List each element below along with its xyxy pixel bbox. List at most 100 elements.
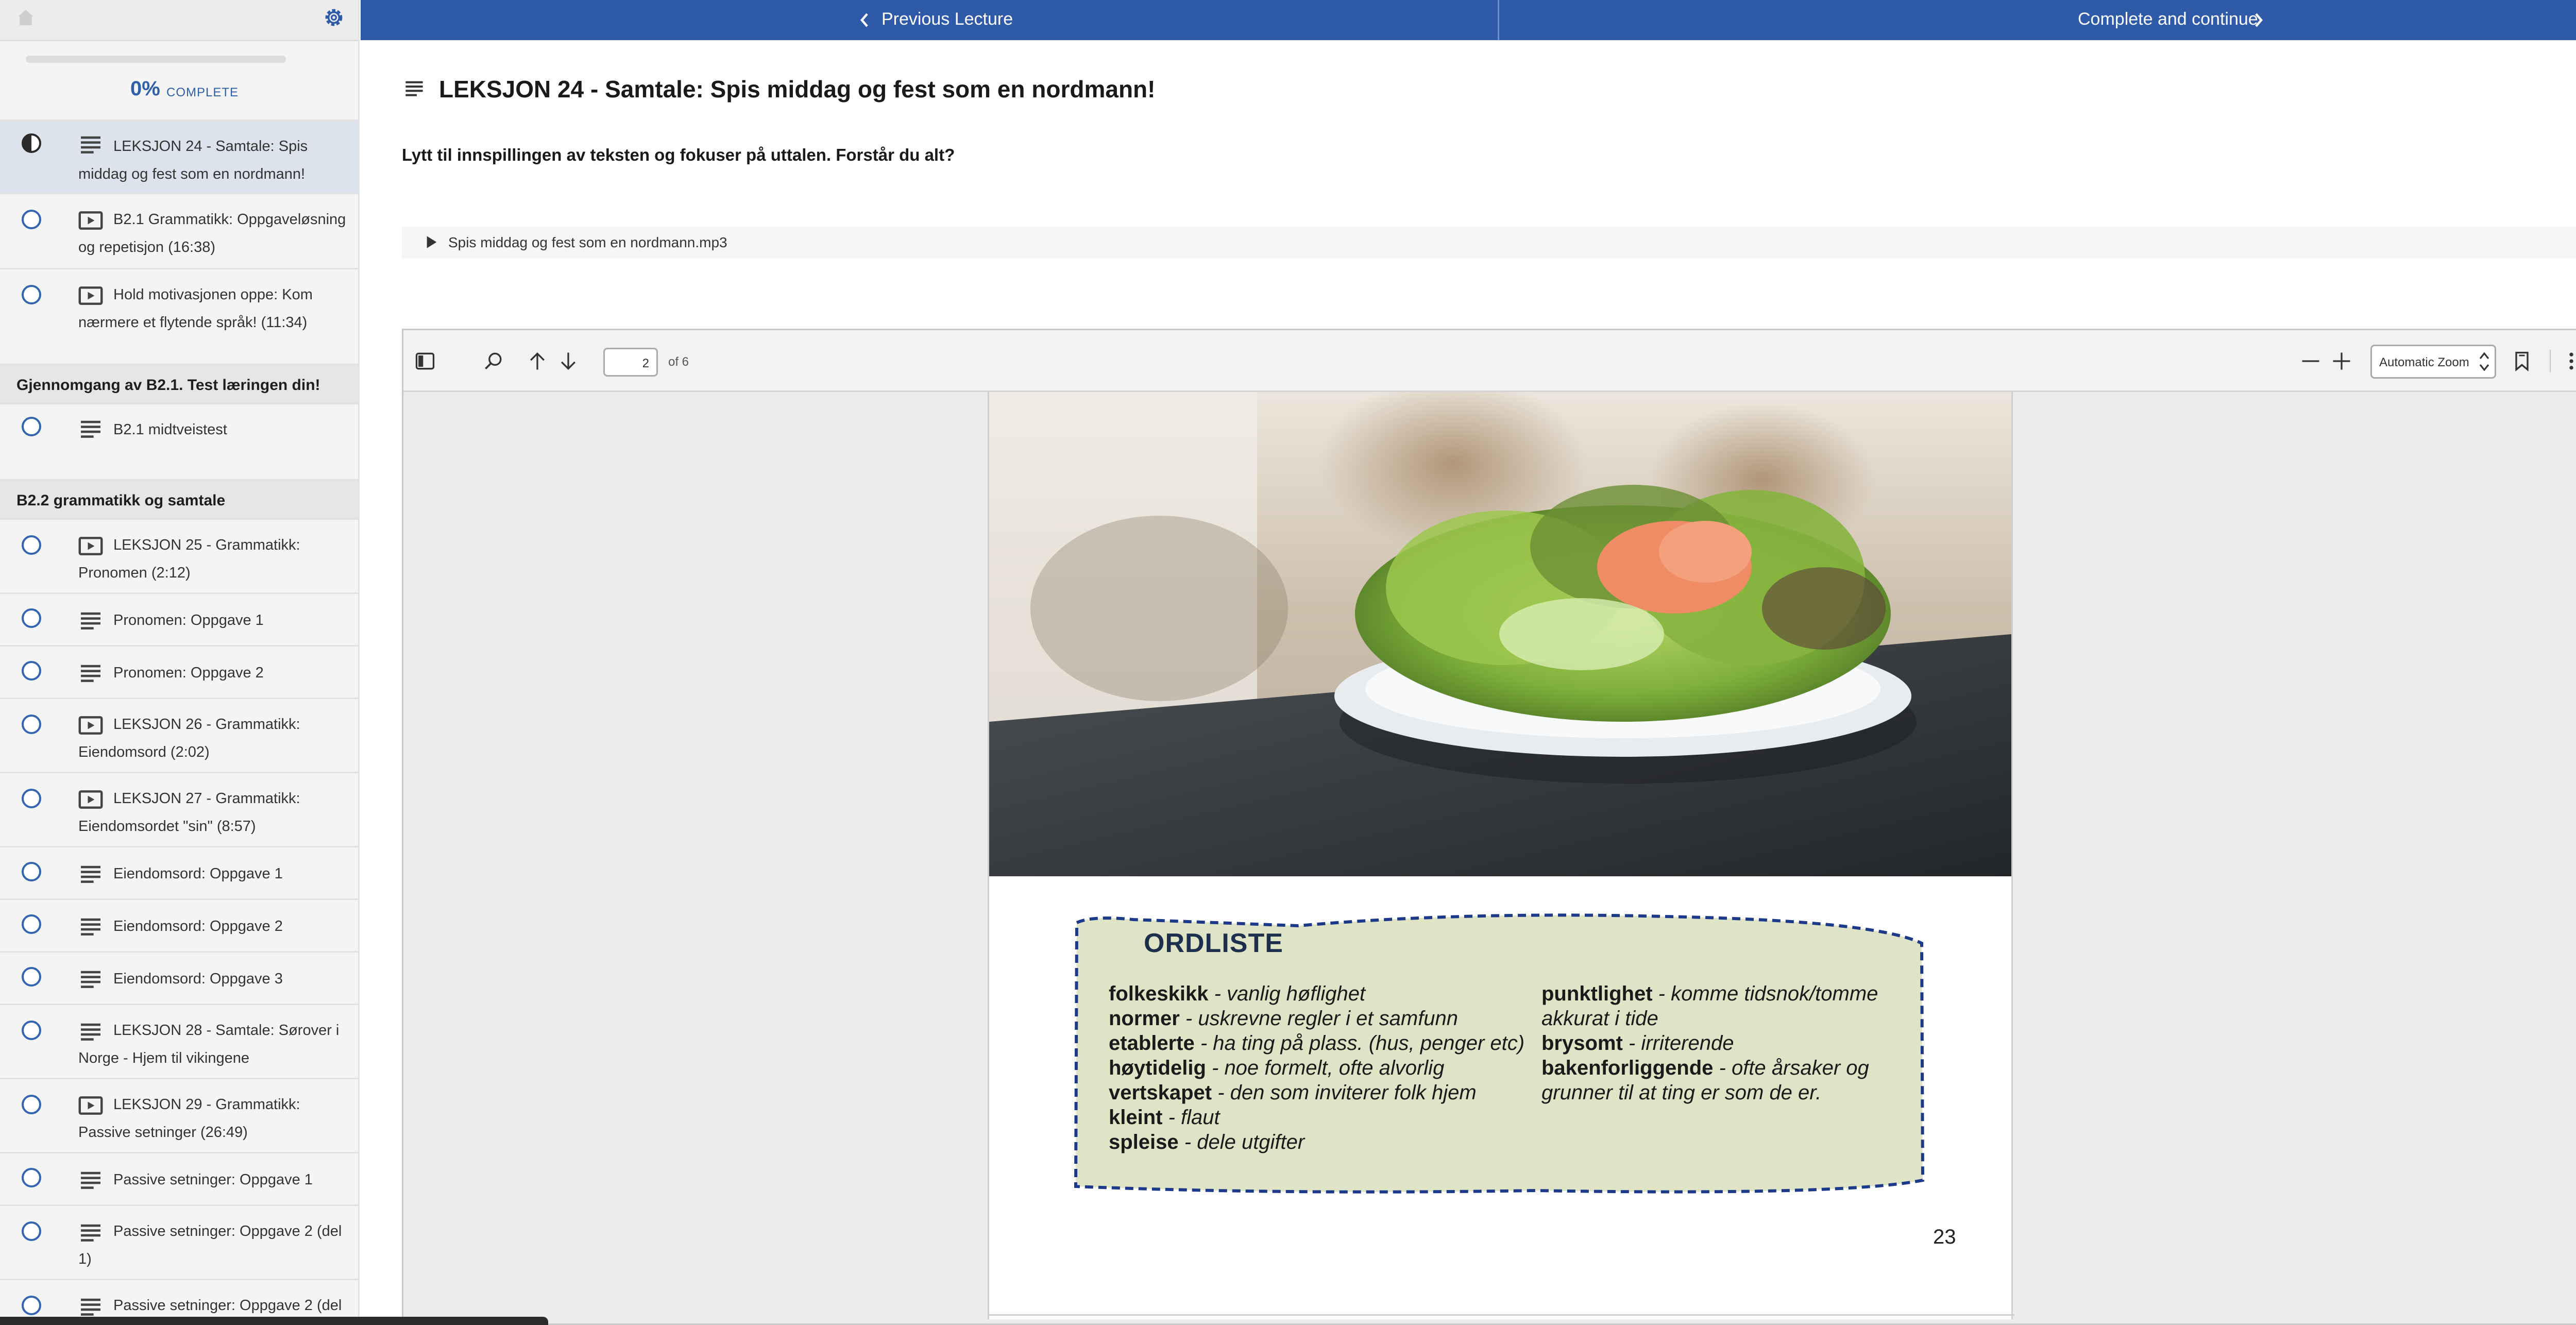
ordliste-entry: etablerte - ha ting på plass. (hus, peng… <box>1109 1032 1525 1055</box>
page-count-label: of 6 <box>668 355 689 369</box>
ordliste-entry: høytidelig - noe formelt, ofte alvorlig <box>1109 1057 1445 1079</box>
sidebar-item-label: Pronomen: Oppgave 2 <box>113 665 264 681</box>
status-circle-icon <box>22 1296 41 1315</box>
ordliste-entry: kleint - flaut <box>1109 1106 1220 1129</box>
sidebar-item-label: Passive setninger: Oppgave 2 (del <box>113 1297 342 1314</box>
select-arrows-icon <box>2479 352 2489 371</box>
sidebar-toggle-icon[interactable] <box>414 350 436 372</box>
chevron-left-icon <box>860 13 868 27</box>
sidebar-header <box>0 0 358 41</box>
status-circle-icon <box>22 862 41 881</box>
sidebar-item-label: LEKSJON 26 - Grammatikk: Eiendomsord (2:… <box>78 716 300 760</box>
sidebar-item-midtveistest[interactable]: B2.1 midtveistest <box>0 403 358 460</box>
browser-status-bar <box>0 1317 548 1325</box>
status-circle-icon <box>22 789 41 808</box>
gear-icon[interactable] <box>321 5 346 30</box>
sidebar-item-label: Eiendomsord: Oppgave 1 <box>113 865 283 882</box>
zoom-out-icon[interactable] <box>2299 350 2322 372</box>
progress-bar <box>26 56 286 63</box>
sidebar-item-label: B2.1 Grammatikk: Oppgaveløsning og repet… <box>78 211 346 256</box>
sidebar-item-pronomen-2[interactable]: Pronomen: Oppgave 2 <box>0 645 358 698</box>
sidebar-item-leksjon-28[interactable]: LEKSJON 28 - Samtale: Sørover i Norge - … <box>0 1004 358 1078</box>
ordliste-entry: brysomt - irriterende <box>1541 1032 1734 1055</box>
sidebar-item-label: LEKSJON 28 - Samtale: Sørover i Norge - … <box>78 1022 340 1066</box>
text-lines-icon <box>405 81 423 96</box>
ordliste-entry: bakenforliggende - ofte årsaker og grunn… <box>1541 1057 1869 1104</box>
status-circle-icon <box>22 535 41 555</box>
section-title: Gjennomgang av B2.1. Test læringen din! <box>16 377 320 394</box>
complete-and-continue-button[interactable]: Complete and continue <box>1501 0 2576 40</box>
sidebar-item-eiendomsord-3[interactable]: Eiendomsord: Oppgave 3 <box>0 951 358 1004</box>
ordliste-left-column: folkeskikk - vanlig høflighet normer - u… <box>1109 981 1531 1154</box>
sidebar-item-leksjon-25[interactable]: LEKSJON 25 - Grammatikk: Pronomen (2:12) <box>0 518 358 592</box>
lecture-instruction: Lytt til innspillingen av teksten og fok… <box>402 145 955 164</box>
sidebar-item-passive-1[interactable]: Passive setninger: Oppgave 1 <box>0 1152 358 1204</box>
sidebar-item-label: Pronomen: Oppgave 1 <box>113 612 264 628</box>
status-circle-icon <box>22 967 41 987</box>
sidebar-item-eiendomsord-1[interactable]: Eiendomsord: Oppgave 1 <box>0 846 358 898</box>
section-header: B2.2 grammatikk og samtale <box>0 479 358 518</box>
play-icon[interactable] <box>426 235 438 249</box>
ordliste-entry: punktlighet - komme tidsnok/tomme akkura… <box>1541 982 1878 1030</box>
home-icon[interactable] <box>15 7 36 28</box>
status-circle-icon <box>22 1221 41 1241</box>
section-header: Gjennomgang av B2.1. Test læringen din! <box>0 364 358 403</box>
sidebar-item-leksjon-27[interactable]: LEKSJON 27 - Grammatikk: Eiendomsordet "… <box>0 772 358 846</box>
sidebar-item-eiendomsord-2[interactable]: Eiendomsord: Oppgave 2 <box>0 898 358 951</box>
sidebar-item-passive-2-del1[interactable]: Passive setninger: Oppgave 2 (del 1) <box>0 1204 358 1279</box>
pdf-viewer: 2 of 6 Automatic Zoom ORDLISTE folkeskik… <box>402 329 2576 1325</box>
ordliste-entry: vertskapet - den som inviterer folk hjem <box>1109 1081 1477 1104</box>
status-circle-icon <box>22 1021 41 1040</box>
lecture-title: LEKSJON 24 - Samtale: Spis middag og fes… <box>439 76 1156 103</box>
course-sidebar: 0% COMPLETE LEKSJON 24 - Samtale: Spis m… <box>0 0 360 1325</box>
sidebar-item-leksjon-26[interactable]: LEKSJON 26 - Grammatikk: Eiendomsord (2:… <box>0 698 358 772</box>
audio-attachment[interactable]: Spis middag og fest som en nordmann.mp3 <box>402 227 2576 259</box>
zoom-value: Automatic Zoom <box>2379 355 2469 369</box>
zoom-in-icon[interactable] <box>2330 350 2353 372</box>
sidebar-item-label: LEKSJON 25 - Grammatikk: Pronomen (2:12) <box>78 537 300 581</box>
arrow-down-icon[interactable] <box>557 350 580 372</box>
ordliste-title: ORDLISTE <box>1144 928 1283 958</box>
status-circle-icon <box>22 210 41 229</box>
progress-half-icon <box>22 133 41 153</box>
sidebar-item-label: LEKSJON 24 - Samtale: Spis middag og fes… <box>78 138 308 182</box>
sidebar-item-motivasjon[interactable]: Hold motivasjonen oppe: Kom nærmere et f… <box>0 268 358 364</box>
sidebar-item-label: LEKSJON 29 - Grammatikk: Passive setning… <box>78 1096 300 1141</box>
sidebar-item-label: Passive setninger: Oppgave 2 (del 1) <box>78 1223 342 1267</box>
sidebar-item-label: Eiendomsord: Oppgave 3 <box>113 971 283 987</box>
sidebar-item-label: Eiendomsord: Oppgave 2 <box>113 918 283 935</box>
sidebar-item-leksjon-24[interactable]: LEKSJON 24 - Samtale: Spis middag og fes… <box>0 120 358 193</box>
zoom-select[interactable]: Automatic Zoom <box>2370 345 2496 379</box>
progress-percent: 0% <box>130 77 160 100</box>
ordliste-right-column: punktlighet - komme tidsnok/tomme akkura… <box>1541 981 1923 1105</box>
sidebar-item-label: Passive setninger: Oppgave 1 <box>113 1171 313 1188</box>
sidebar-item-pronomen-1[interactable]: Pronomen: Oppgave 1 <box>0 592 358 645</box>
ordliste-entry: normer - uskrevne regler i et samfunn <box>1109 1007 1459 1030</box>
sidebar-item-label: B2.1 midtveistest <box>113 421 227 438</box>
previous-lecture-label: Previous Lecture <box>882 9 1013 29</box>
sidebar-item-label: LEKSJON 27 - Grammatikk: Eiendomsordet "… <box>78 790 300 835</box>
status-circle-icon <box>22 661 41 681</box>
status-circle-icon <box>22 1168 41 1187</box>
audio-file-name: Spis middag og fest som en nordmann.mp3 <box>448 234 727 250</box>
status-circle-icon <box>22 285 41 304</box>
previous-lecture-button[interactable]: Previous Lecture <box>361 0 1499 40</box>
salad-photo <box>989 392 2011 876</box>
status-circle-icon <box>22 417 41 436</box>
ordliste-entry: spleise - dele utgifter <box>1109 1131 1305 1153</box>
status-circle-icon <box>22 608 41 628</box>
arrow-up-icon[interactable] <box>526 350 549 372</box>
section-title: B2.2 grammatikk og samtale <box>16 492 226 509</box>
search-icon[interactable] <box>483 350 505 372</box>
page-divider <box>989 1314 2014 1316</box>
page-number-input[interactable]: 2 <box>603 348 658 377</box>
progress-label: COMPLETE <box>166 86 239 99</box>
bookmark-icon[interactable] <box>2511 350 2533 372</box>
complete-continue-label: Complete and continue <box>2078 9 2258 29</box>
more-options-icon[interactable] <box>2560 350 2576 372</box>
sidebar-item-leksjon-29[interactable]: LEKSJON 29 - Grammatikk: Passive setning… <box>0 1078 358 1152</box>
status-circle-icon <box>22 715 41 734</box>
status-circle-icon <box>22 1095 41 1114</box>
ordliste-entry: folkeskikk - vanlig høflighet <box>1109 982 1366 1005</box>
sidebar-item-b21-grammatikk[interactable]: B2.1 Grammatikk: Oppgaveløsning og repet… <box>0 193 358 268</box>
